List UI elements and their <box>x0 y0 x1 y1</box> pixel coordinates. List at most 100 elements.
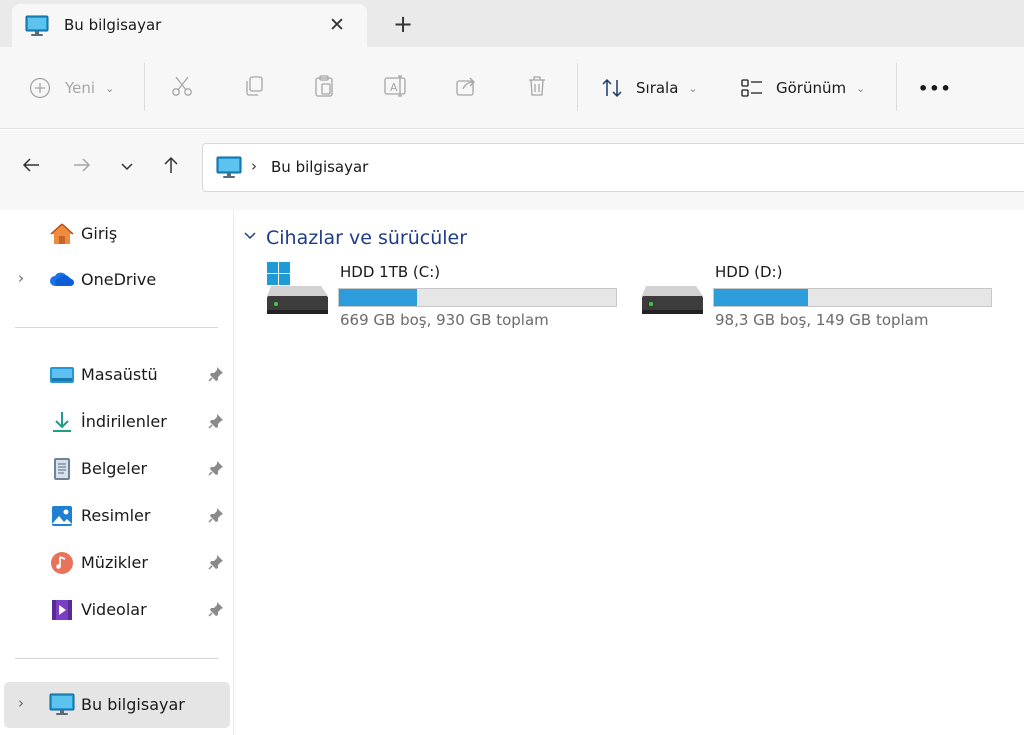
more-options-button[interactable]: ••• <box>918 47 952 129</box>
arrow-right-icon <box>72 155 92 180</box>
sidebar-item-music[interactable]: Müzikler <box>4 540 230 586</box>
new-button-label: Yeni <box>65 79 96 97</box>
chevron-down-icon: ⌄ <box>688 81 698 95</box>
sidebar-item-label: Videolar <box>81 600 147 619</box>
section-title: Cihazlar ve sürücüler <box>266 227 468 249</box>
sidebar-item-label: OneDrive <box>81 270 157 289</box>
paste-button[interactable] <box>312 47 336 129</box>
pin-icon[interactable] <box>207 506 225 524</box>
sort-arrows-icon <box>600 76 624 100</box>
downloads-folder-icon <box>49 410 75 434</box>
back-button[interactable] <box>16 152 46 182</box>
up-button[interactable] <box>156 152 186 182</box>
documents-folder-icon <box>49 457 75 481</box>
videos-folder-icon <box>49 598 75 622</box>
plus-circle-icon <box>29 77 51 99</box>
chevron-right-icon[interactable]: › <box>18 269 24 287</box>
tab-bar: Bu bilgisayar ✕ + <box>0 0 1024 47</box>
sidebar-item-downloads[interactable]: İndirilenler <box>4 399 230 445</box>
music-folder-icon <box>49 551 75 575</box>
pictures-folder-icon <box>49 504 75 528</box>
more-dots-icon: ••• <box>918 78 952 98</box>
rename-button[interactable]: A <box>383 47 409 129</box>
sidebar-item-this-pc[interactable]: › Bu bilgisayar <box>4 682 230 728</box>
chevron-down-icon <box>119 155 135 179</box>
command-bar: Yeni ⌄ A Sırala ⌄ Görünüm ⌄ ••• <box>0 47 1024 129</box>
sidebar-item-pictures[interactable]: Resimler <box>4 493 230 539</box>
sidebar-divider <box>15 658 218 659</box>
cloud-icon <box>49 268 75 292</box>
close-tab-icon[interactable]: ✕ <box>322 10 352 40</box>
recent-locations-button[interactable] <box>112 152 142 182</box>
drive-usage-bar <box>713 288 992 307</box>
monitor-icon <box>25 15 49 37</box>
share-icon <box>454 74 478 102</box>
delete-button[interactable] <box>525 47 549 129</box>
arrow-left-icon <box>21 155 41 180</box>
sidebar-item-documents[interactable]: Belgeler <box>4 446 230 492</box>
scissors-icon <box>170 74 194 102</box>
drive-usage-fill <box>714 289 809 306</box>
desktop-folder-icon <box>49 363 75 387</box>
view-button[interactable]: Görünüm ⌄ <box>740 47 865 129</box>
sidebar-item-label: Giriş <box>81 224 118 243</box>
sidebar-item-videos[interactable]: Videolar <box>4 587 230 633</box>
section-header-devices[interactable]: Cihazlar ve sürücüler <box>243 224 467 252</box>
copy-button[interactable] <box>242 47 266 129</box>
sidebar-item-label: Resimler <box>81 506 151 525</box>
chevron-down-icon: ⌄ <box>856 81 866 95</box>
new-tab-button[interactable]: + <box>388 9 418 39</box>
sidebar-item-label: Masaüstü <box>81 365 158 384</box>
pin-icon[interactable] <box>207 365 225 383</box>
drive-usage-bar <box>338 288 617 307</box>
new-button[interactable]: Yeni ⌄ <box>29 47 114 129</box>
arrow-up-icon <box>161 155 181 180</box>
tab-this-pc[interactable]: Bu bilgisayar ✕ <box>12 4 367 47</box>
sidebar-item-label: Müzikler <box>81 553 148 572</box>
monitor-icon <box>216 156 242 180</box>
trash-icon <box>525 74 549 102</box>
drive-name: HDD (D:) <box>715 263 783 281</box>
sidebar-item-desktop[interactable]: Masaüstü <box>4 352 230 398</box>
sidebar-divider <box>15 327 218 328</box>
hard-drive-icon <box>640 260 706 320</box>
navigation-pane: Giriş › OneDrive Masaüstü İndirilenler B… <box>0 210 234 735</box>
sidebar-item-home[interactable]: Giriş <box>4 211 230 257</box>
chevron-down-icon <box>243 229 257 247</box>
tab-title: Bu bilgisayar <box>64 16 162 34</box>
breadcrumb-separator[interactable]: › <box>251 157 257 175</box>
copy-icon <box>242 74 266 102</box>
share-button[interactable] <box>454 47 478 129</box>
svg-text:A: A <box>390 81 398 94</box>
sort-button-label: Sırala <box>636 79 679 97</box>
sidebar-item-label: İndirilenler <box>81 412 167 431</box>
sidebar-item-label: Belgeler <box>81 459 148 478</box>
address-row: › Bu bilgisayar <box>0 130 1024 210</box>
pin-icon[interactable] <box>207 600 225 618</box>
sidebar-item-label: Bu bilgisayar <box>81 695 185 714</box>
pin-icon[interactable] <box>207 459 225 477</box>
cut-button[interactable] <box>170 47 194 129</box>
view-list-icon <box>740 76 764 100</box>
view-button-label: Görünüm <box>776 79 847 97</box>
rename-icon: A <box>383 74 409 102</box>
sort-button[interactable]: Sırala ⌄ <box>600 47 698 129</box>
chevron-right-icon[interactable]: › <box>18 694 24 712</box>
drive-item-c[interactable]: HDD 1TB (C:) 669 GB boş, 930 GB toplam <box>265 260 625 340</box>
breadcrumb-this-pc[interactable]: Bu bilgisayar <box>271 158 368 176</box>
drive-usage-fill <box>339 289 417 306</box>
pin-icon[interactable] <box>207 553 225 571</box>
drive-free-space: 98,3 GB boş, 149 GB toplam <box>715 311 929 329</box>
monitor-icon <box>49 693 75 717</box>
pin-icon[interactable] <box>207 412 225 430</box>
system-drive-icon <box>265 260 331 320</box>
clipboard-icon <box>312 74 336 102</box>
forward-button[interactable] <box>67 152 97 182</box>
chevron-down-icon: ⌄ <box>105 81 115 95</box>
home-icon <box>49 222 75 246</box>
toolbar-divider <box>896 63 897 111</box>
drive-name: HDD 1TB (C:) <box>340 263 441 281</box>
sidebar-item-onedrive[interactable]: › OneDrive <box>4 257 230 303</box>
drive-item-d[interactable]: HDD (D:) 98,3 GB boş, 149 GB toplam <box>640 260 1000 340</box>
address-bar[interactable]: › Bu bilgisayar <box>202 143 1024 192</box>
